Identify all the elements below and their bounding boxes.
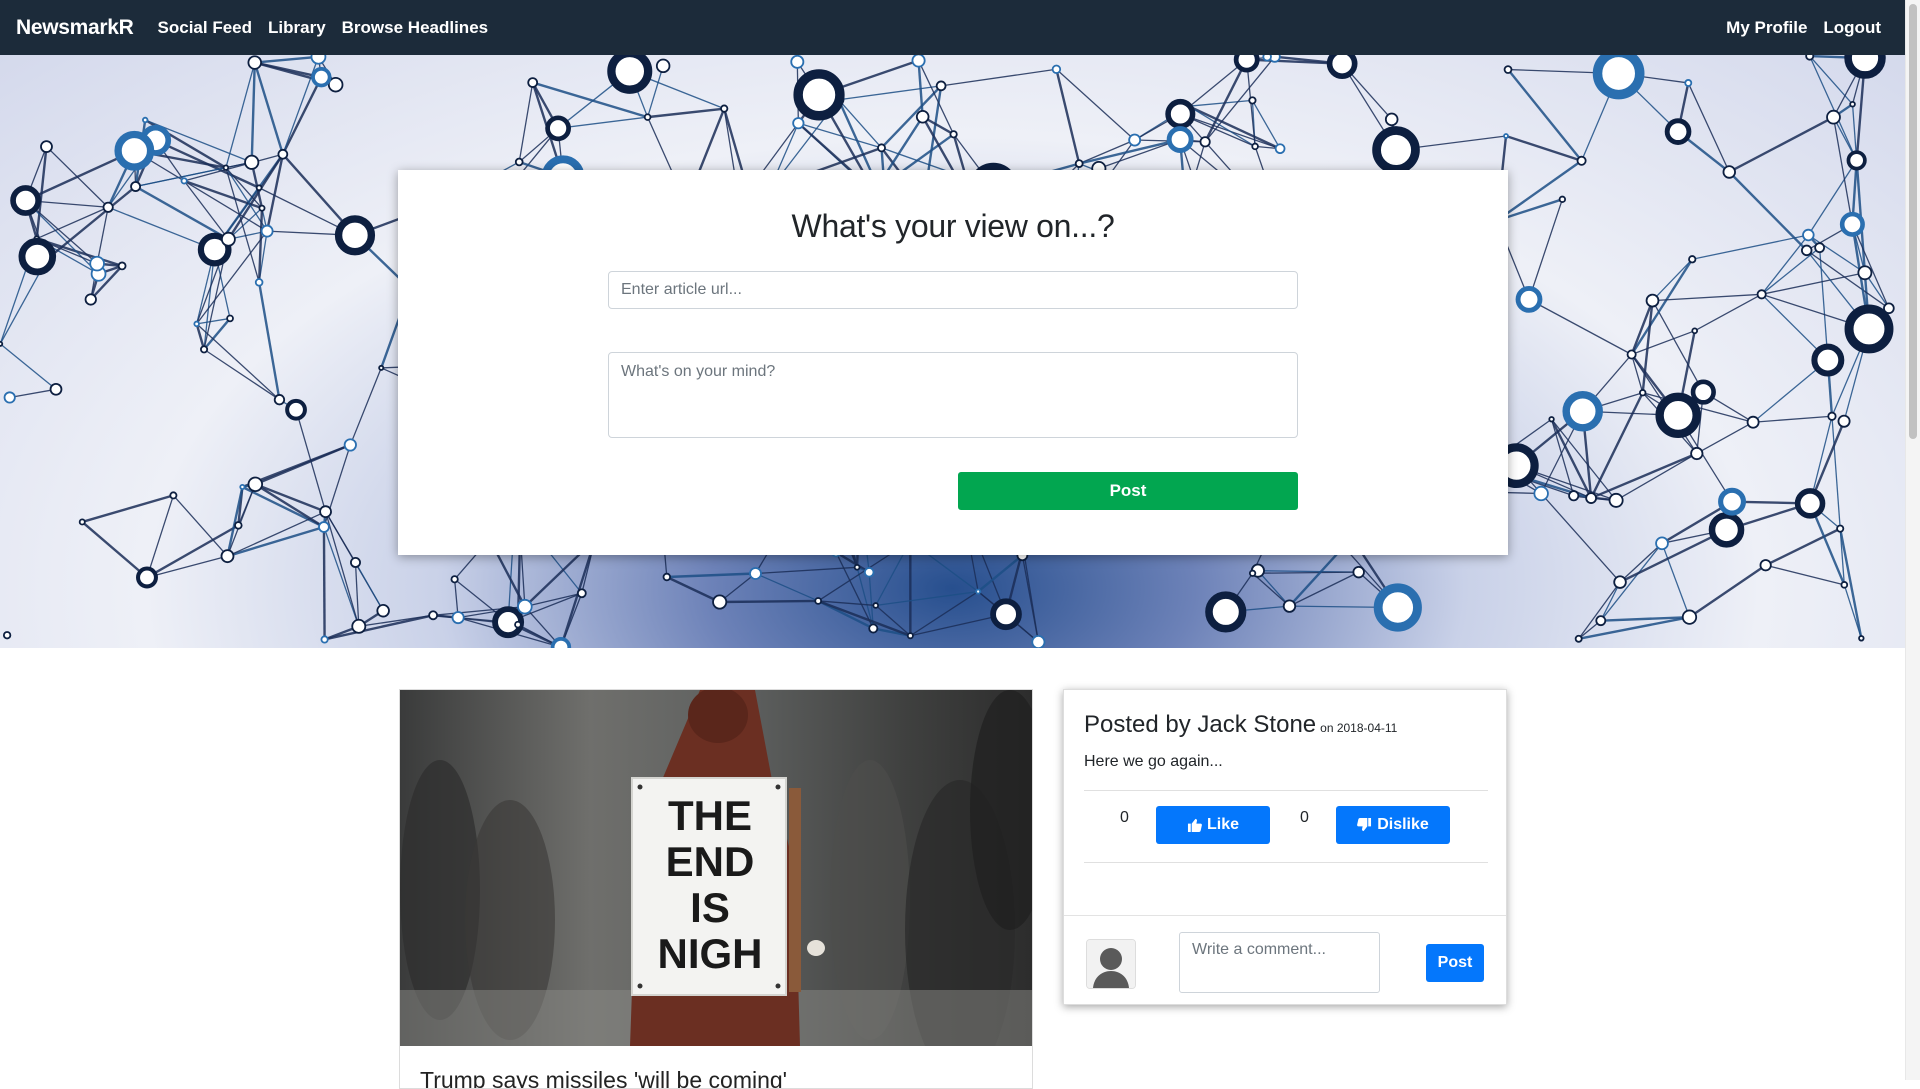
post-text: Here we go again... bbox=[1084, 753, 1223, 771]
post-date: on 2018-04-11 bbox=[1320, 721, 1397, 735]
divider bbox=[1084, 862, 1488, 863]
article-title[interactable]: Trump says missiles 'will be coming' bbox=[420, 1067, 787, 1089]
sign-line-4: NIGH bbox=[658, 930, 763, 977]
comment-input[interactable] bbox=[1179, 932, 1380, 993]
dislike-count: 0 bbox=[1300, 809, 1309, 827]
nav-right-group: My Profile Logout bbox=[1710, 18, 1889, 38]
sign-line-1: THE bbox=[668, 792, 752, 839]
scrollbar-thumb[interactable] bbox=[1909, 4, 1917, 439]
nav-browse-headlines[interactable]: Browse Headlines bbox=[342, 18, 488, 38]
nav-social-feed[interactable]: Social Feed bbox=[158, 18, 252, 38]
thumbs-up-icon bbox=[1187, 818, 1202, 832]
post-composer-card: What's your view on...? Post bbox=[398, 170, 1508, 555]
nav-my-profile[interactable]: My Profile bbox=[1726, 18, 1807, 38]
thumbs-down-icon bbox=[1357, 818, 1372, 832]
post-author-line: Posted by Jack Stone on 2018-04-11 bbox=[1084, 711, 1397, 739]
sign-line-3: IS bbox=[690, 884, 730, 931]
article-image[interactable]: THE END IS NIGH bbox=[400, 690, 1033, 1046]
article-url-input[interactable] bbox=[608, 271, 1298, 309]
dislike-label: Dislike bbox=[1377, 816, 1429, 834]
social-post-card: Posted by Jack Stone on 2018-04-11 Here w… bbox=[1063, 689, 1507, 1005]
like-count: 0 bbox=[1120, 809, 1129, 827]
top-navbar: NewsmarkR Social Feed Library Browse Hea… bbox=[0, 0, 1905, 55]
avatar bbox=[1086, 939, 1136, 989]
user-silhouette-icon bbox=[1087, 940, 1135, 988]
sign-line-2: END bbox=[666, 838, 755, 885]
brand-logo[interactable]: NewsmarkR bbox=[16, 16, 134, 40]
mind-textarea[interactable] bbox=[608, 352, 1298, 438]
like-button[interactable]: Like bbox=[1156, 806, 1270, 844]
post-author: Posted by Jack Stone bbox=[1084, 711, 1316, 738]
hero-banner: What's your view on...? Post bbox=[0, 55, 1905, 648]
composer-heading: What's your view on...? bbox=[398, 208, 1508, 245]
like-label: Like bbox=[1207, 816, 1239, 834]
article-card[interactable]: THE END IS NIGH Trump says missiles 'wil… bbox=[399, 689, 1033, 1089]
nav-library[interactable]: Library bbox=[268, 18, 326, 38]
divider bbox=[1084, 790, 1488, 791]
dislike-button[interactable]: Dislike bbox=[1336, 806, 1450, 844]
comment-footer: Post bbox=[1064, 915, 1506, 1004]
composer-post-button[interactable]: Post bbox=[958, 472, 1298, 510]
page-scrollbar[interactable] bbox=[1905, 0, 1920, 1080]
nav-logout[interactable]: Logout bbox=[1823, 18, 1881, 38]
comment-post-button[interactable]: Post bbox=[1426, 944, 1484, 982]
